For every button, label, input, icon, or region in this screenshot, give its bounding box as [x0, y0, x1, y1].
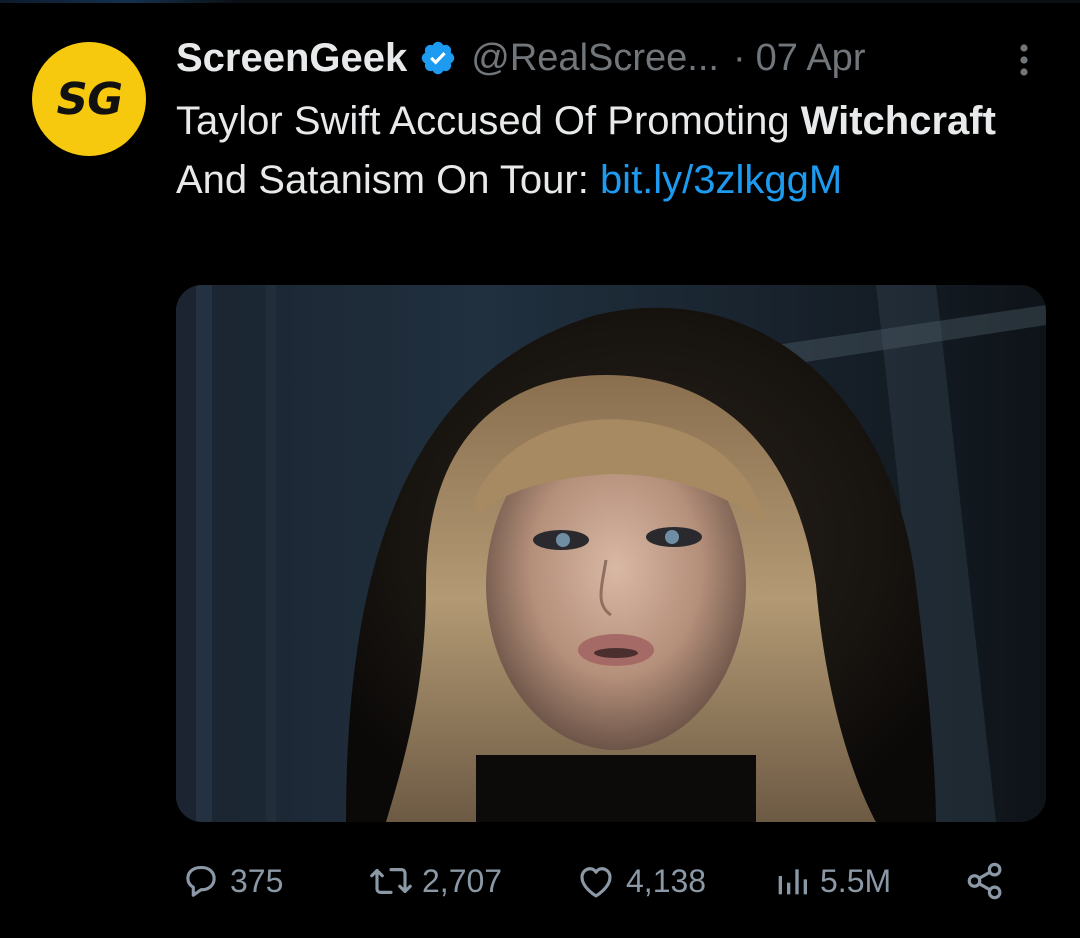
views-icon [772, 860, 812, 902]
tweet-photo[interactable] [176, 285, 1046, 822]
share-button[interactable] [964, 855, 1006, 907]
like-count: 4,138 [626, 862, 707, 899]
reply-count: 375 [230, 862, 284, 899]
tweet-link[interactable]: bit.ly/3zlkggM [600, 158, 842, 202]
separator-dot: · [732, 36, 746, 79]
views-button[interactable]: 5.5M [772, 855, 891, 907]
like-button[interactable]: 4,138 [574, 855, 706, 907]
photo-illustration [176, 285, 1046, 822]
tweet-text-bold: Witchcraft [800, 99, 996, 143]
retweet-icon [368, 860, 414, 902]
heart-icon [574, 860, 618, 902]
display-name[interactable]: ScreenGeek [176, 36, 407, 81]
reply-icon [180, 860, 222, 902]
verified-badge-icon[interactable] [419, 39, 457, 77]
tweet-text-part2: And Satanism On Tour: [176, 158, 600, 202]
tweet-header: ScreenGeek @RealScree... · 07 Apr [176, 30, 865, 86]
tweet-date[interactable]: 07 Apr [756, 37, 866, 80]
avatar[interactable]: SG [32, 42, 146, 156]
tweet-actions: 375 2,707 4,138 5.5M [176, 855, 1036, 907]
tweet-text: Taylor Swift Accused Of Promoting Witchc… [176, 92, 1056, 210]
more-vertical-icon[interactable] [1006, 38, 1042, 82]
reply-button[interactable]: 375 [180, 855, 283, 907]
tweet-text-part1: Taylor Swift Accused Of Promoting [176, 99, 801, 143]
retweet-count: 2,707 [422, 862, 503, 899]
view-count: 5.5M [820, 862, 892, 899]
avatar-logo-text: SG [51, 73, 127, 125]
share-icon [964, 860, 1006, 902]
user-handle[interactable]: @RealScree... [471, 37, 719, 80]
tweet[interactable]: SG ScreenGeek @RealScree... · 07 Apr Tay… [0, 0, 1080, 938]
retweet-button[interactable]: 2,707 [368, 855, 502, 907]
